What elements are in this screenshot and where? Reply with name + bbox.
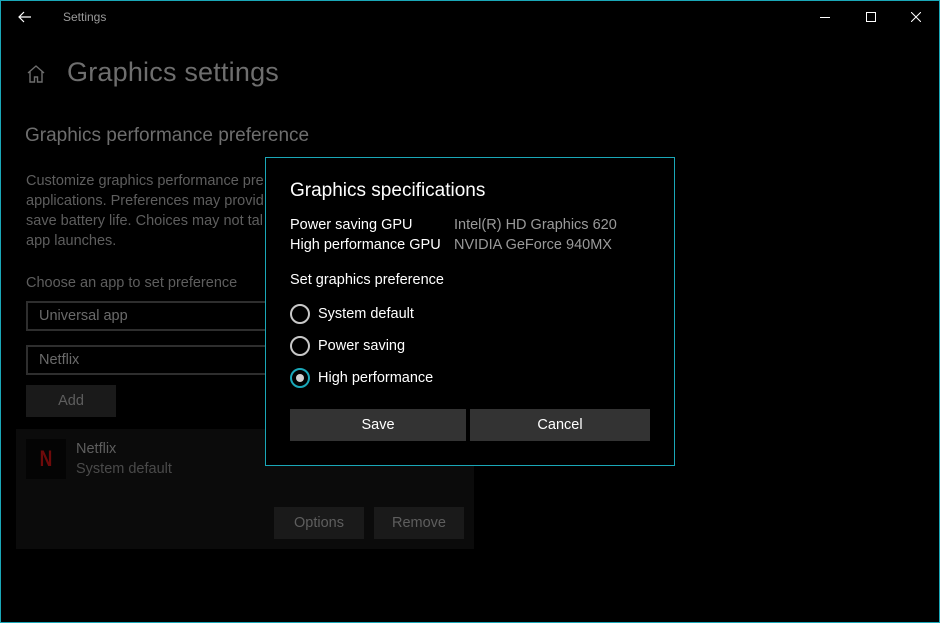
maximize-button[interactable]	[848, 1, 894, 33]
minimize-button[interactable]	[802, 1, 848, 33]
radio-system-default[interactable]: System default	[290, 303, 414, 325]
app-name: Netflix	[76, 441, 117, 457]
close-icon	[911, 12, 921, 22]
spec-value: NVIDIA GeForce 940MX	[454, 237, 612, 253]
preference-label: Set graphics preference	[290, 272, 444, 288]
cancel-button[interactable]: Cancel	[470, 409, 650, 441]
radio-unchecked-icon[interactable]	[290, 304, 310, 324]
options-button[interactable]: Options	[274, 507, 364, 539]
netflix-logo-icon: N	[39, 446, 53, 471]
section-title: Graphics performance preference	[25, 125, 310, 146]
remove-button[interactable]: Remove	[374, 507, 464, 539]
spec-value: Intel(R) HD Graphics 620	[454, 217, 617, 233]
back-button[interactable]	[11, 5, 39, 29]
radio-unchecked-icon[interactable]	[290, 336, 310, 356]
radio-high-performance[interactable]: High performance	[290, 367, 433, 389]
home-icon[interactable]	[25, 63, 47, 85]
spec-key: High performance GPU	[290, 237, 441, 253]
dialog-title: Graphics specifications	[290, 180, 486, 201]
radio-checked-icon[interactable]	[290, 368, 310, 388]
app-preference: System default	[76, 461, 172, 477]
window-title: Settings	[63, 10, 107, 24]
title-bar: Settings	[1, 1, 939, 33]
radio-label: Power saving	[318, 338, 406, 354]
arrow-left-icon	[18, 11, 31, 23]
radio-label: System default	[318, 306, 414, 322]
minimize-icon	[820, 17, 830, 18]
page-title: Graphics settings	[67, 57, 279, 87]
add-button[interactable]: Add	[26, 385, 116, 417]
graphics-specifications-dialog: Graphics specifications Power saving GPU…	[265, 157, 675, 466]
radio-power-saving[interactable]: Power saving	[290, 335, 405, 357]
maximize-icon	[866, 12, 876, 22]
radio-label: High performance	[318, 370, 434, 386]
save-button[interactable]: Save	[290, 409, 466, 441]
netflix-app-icon: N	[26, 439, 66, 479]
close-button[interactable]	[893, 1, 939, 33]
spec-key: Power saving GPU	[290, 217, 413, 233]
choose-app-label: Choose an app to set preference	[26, 275, 238, 291]
